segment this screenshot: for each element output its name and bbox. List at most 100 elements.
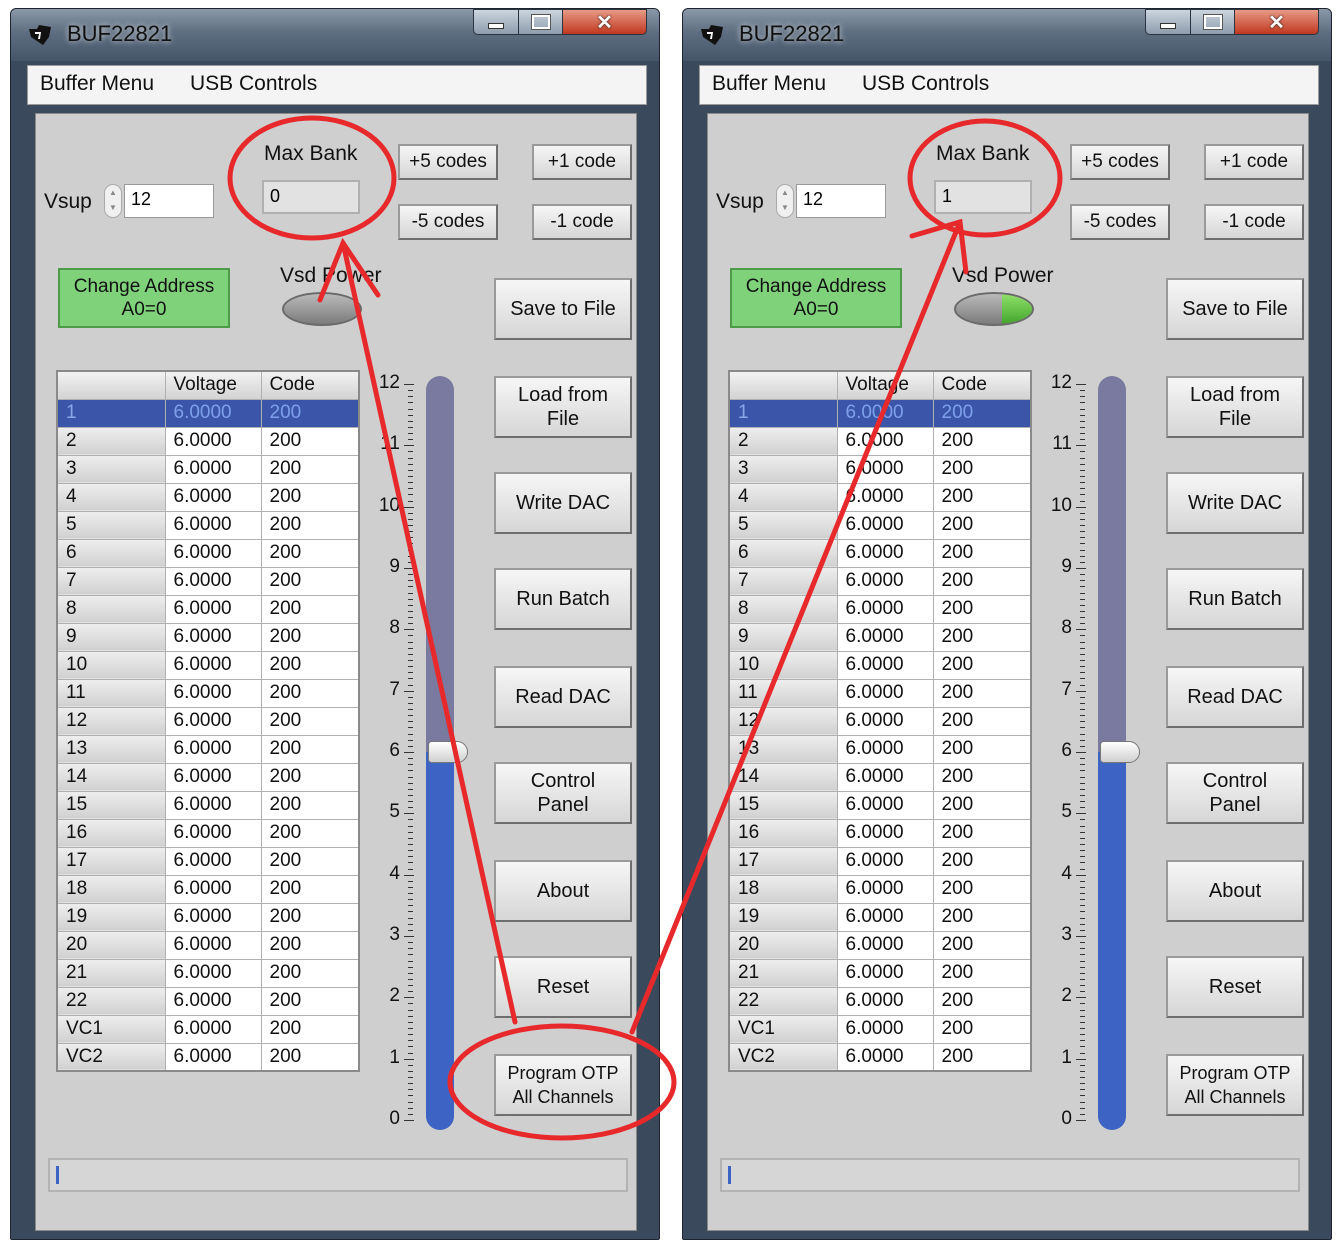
vsup-input[interactable]: 12 <box>796 184 886 218</box>
table-row[interactable]: 21 6.0000 200 <box>728 958 1032 988</box>
code-cell[interactable]: 200 <box>260 958 360 988</box>
code-cell[interactable]: 200 <box>260 482 360 512</box>
table-row[interactable]: VC2 6.0000 200 <box>728 1042 1032 1072</box>
code-cell[interactable]: 200 <box>932 762 1032 792</box>
voltage-cell[interactable]: 6.0000 <box>164 734 262 764</box>
voltage-cell[interactable]: 6.0000 <box>836 566 934 596</box>
program-otp-button[interactable]: Program OTP All Channels <box>494 1054 632 1116</box>
max-bank-input[interactable]: 0 <box>262 180 360 214</box>
code-cell[interactable]: 200 <box>260 874 360 904</box>
table-row[interactable]: 12 6.0000 200 <box>56 706 360 736</box>
voltage-cell[interactable]: 6.0000 <box>836 734 934 764</box>
code-cell[interactable]: 200 <box>260 790 360 820</box>
voltage-cell[interactable]: 6.0000 <box>164 958 262 988</box>
save-to-file-button[interactable]: Save to File <box>1166 278 1304 340</box>
table-row[interactable]: 18 6.0000 200 <box>728 874 1032 904</box>
menu-usb-controls[interactable]: USB Controls <box>862 72 989 96</box>
voltage-cell[interactable]: 6.0000 <box>836 902 934 932</box>
voltage-cell[interactable]: 6.0000 <box>164 706 262 736</box>
table-row[interactable]: 5 6.0000 200 <box>728 510 1032 540</box>
save-to-file-button[interactable]: Save to File <box>494 278 632 340</box>
load-from-file-button[interactable]: Load from File <box>494 376 632 438</box>
code-cell[interactable]: 200 <box>932 454 1032 484</box>
reset-button[interactable]: Reset <box>1166 956 1304 1018</box>
table-row[interactable]: 13 6.0000 200 <box>728 734 1032 764</box>
code-cell[interactable]: 200 <box>932 650 1032 680</box>
run-batch-button[interactable]: Run Batch <box>494 568 632 630</box>
table-row[interactable]: 10 6.0000 200 <box>728 650 1032 680</box>
code-cell[interactable]: 200 <box>932 426 1032 456</box>
code-cell[interactable]: 200 <box>932 566 1032 596</box>
voltage-cell[interactable]: 6.0000 <box>836 1042 934 1072</box>
table-row[interactable]: 11 6.0000 200 <box>728 678 1032 708</box>
code-cell[interactable]: 200 <box>932 902 1032 932</box>
code-cell[interactable]: 200 <box>260 1042 360 1072</box>
code-cell[interactable]: 200 <box>932 622 1032 652</box>
table-row[interactable]: VC1 6.0000 200 <box>728 1014 1032 1044</box>
program-otp-button[interactable]: Program OTP All Channels <box>1166 1054 1304 1116</box>
table-row[interactable]: 22 6.0000 200 <box>728 986 1032 1016</box>
voltage-cell[interactable]: 6.0000 <box>164 482 262 512</box>
voltage-cell[interactable]: 6.0000 <box>836 818 934 848</box>
code-cell[interactable]: 200 <box>932 818 1032 848</box>
table-row[interactable]: 2 6.0000 200 <box>728 426 1032 456</box>
voltage-cell[interactable]: 6.0000 <box>164 650 262 680</box>
voltage-cell[interactable]: 6.0000 <box>836 874 934 904</box>
table-row[interactable]: 20 6.0000 200 <box>728 930 1032 960</box>
table-row[interactable]: 3 6.0000 200 <box>56 454 360 484</box>
voltage-cell[interactable]: 6.0000 <box>836 790 934 820</box>
vsd-power-led[interactable] <box>282 292 362 326</box>
change-address-button[interactable]: Change Address A0=0 <box>730 268 902 328</box>
table-row[interactable]: 12 6.0000 200 <box>728 706 1032 736</box>
code-cell[interactable]: 200 <box>260 622 360 652</box>
voltage-cell[interactable]: 6.0000 <box>164 594 262 624</box>
voltage-cell[interactable]: 6.0000 <box>836 846 934 876</box>
load-from-file-button[interactable]: Load from File <box>1166 376 1304 438</box>
plus-1-code-button[interactable]: +1 code <box>532 144 632 180</box>
table-row[interactable]: 10 6.0000 200 <box>56 650 360 680</box>
voltage-cell[interactable]: 6.0000 <box>836 510 934 540</box>
voltage-cell[interactable]: 6.0000 <box>836 454 934 484</box>
voltage-cell[interactable]: 6.0000 <box>836 650 934 680</box>
code-cell[interactable]: 200 <box>260 538 360 568</box>
control-panel-button[interactable]: Control Panel <box>494 762 632 824</box>
voltage-cell[interactable]: 6.0000 <box>164 1014 262 1044</box>
code-cell[interactable]: 200 <box>260 454 360 484</box>
table-row[interactable]: 1 6.0000 200 <box>728 398 1032 428</box>
voltage-slider-thumb[interactable] <box>428 741 468 763</box>
vsup-input[interactable]: 12 <box>124 184 214 218</box>
voltage-cell[interactable]: 6.0000 <box>836 706 934 736</box>
minimize-button[interactable] <box>473 9 519 35</box>
code-cell[interactable]: 200 <box>932 398 1032 428</box>
table-row[interactable]: 20 6.0000 200 <box>56 930 360 960</box>
close-button[interactable]: ✕ <box>563 9 647 35</box>
minus-1-code-button[interactable]: -1 code <box>1204 204 1304 240</box>
table-row[interactable]: 14 6.0000 200 <box>56 762 360 792</box>
read-dac-button[interactable]: Read DAC <box>494 666 632 728</box>
code-cell[interactable]: 200 <box>932 846 1032 876</box>
code-cell[interactable]: 200 <box>932 510 1032 540</box>
minus-5-codes-button[interactable]: -5 codes <box>1070 204 1170 240</box>
code-cell[interactable]: 200 <box>260 510 360 540</box>
vsd-power-led[interactable] <box>954 292 1034 326</box>
voltage-cell[interactable]: 6.0000 <box>836 594 934 624</box>
code-cell[interactable]: 200 <box>932 594 1032 624</box>
table-row[interactable]: 7 6.0000 200 <box>728 566 1032 596</box>
voltage-cell[interactable]: 6.0000 <box>164 454 262 484</box>
voltage-cell[interactable]: 6.0000 <box>164 874 262 904</box>
voltage-cell[interactable]: 6.0000 <box>164 398 262 428</box>
code-cell[interactable]: 200 <box>932 706 1032 736</box>
maximize-button[interactable] <box>1191 9 1235 35</box>
voltage-cell[interactable]: 6.0000 <box>836 622 934 652</box>
code-cell[interactable]: 200 <box>932 1014 1032 1044</box>
table-row[interactable]: 1 6.0000 200 <box>56 398 360 428</box>
menu-usb-controls[interactable]: USB Controls <box>190 72 317 96</box>
voltage-cell[interactable]: 6.0000 <box>164 790 262 820</box>
code-cell[interactable]: 200 <box>260 846 360 876</box>
write-dac-button[interactable]: Write DAC <box>494 472 632 534</box>
table-row[interactable]: 16 6.0000 200 <box>728 818 1032 848</box>
voltage-cell[interactable]: 6.0000 <box>836 1014 934 1044</box>
voltage-cell[interactable]: 6.0000 <box>836 398 934 428</box>
voltage-slider-thumb[interactable] <box>1100 741 1140 763</box>
code-cell[interactable]: 200 <box>260 762 360 792</box>
